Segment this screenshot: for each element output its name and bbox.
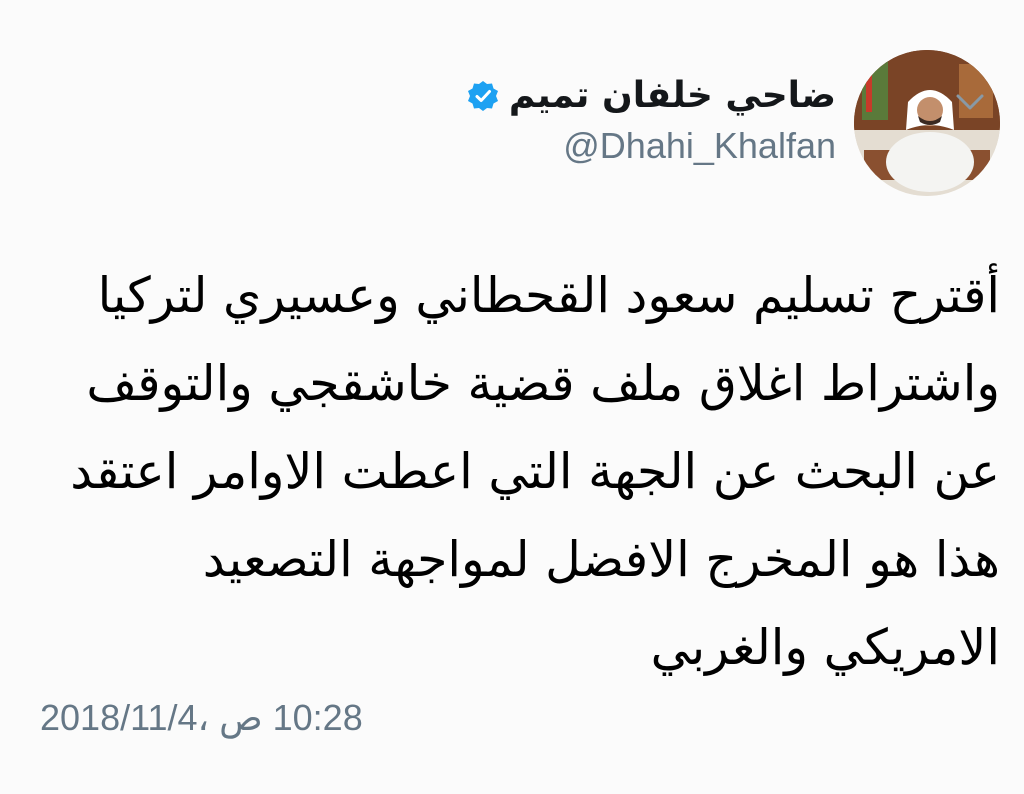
user-info: ضاحي خلفان تميم @Dhahi_Khalfan [467, 74, 836, 168]
tweet-header: ضاحي خلفان تميم @Dhahi_Khalfan [467, 50, 1000, 200]
chevron-down-icon[interactable] [952, 90, 988, 114]
tweet-timestamp[interactable]: 10:28 ص ،2018/11/4 [40, 696, 363, 740]
tweet-card: ضاحي خلفان تميم @Dhahi_Khalfan أقترح تسل… [0, 0, 1024, 794]
verified-badge-icon [467, 80, 499, 112]
user-handle[interactable]: @Dhahi_Khalfan [563, 124, 836, 168]
name-row: ضاحي خلفان تميم [467, 74, 836, 118]
tweet-text: أقترح تسليم سعود القحطاني وعسيري لتركيا … [70, 267, 1000, 676]
display-name[interactable]: ضاحي خلفان تميم [509, 74, 836, 118]
avatar[interactable] [854, 50, 1000, 196]
